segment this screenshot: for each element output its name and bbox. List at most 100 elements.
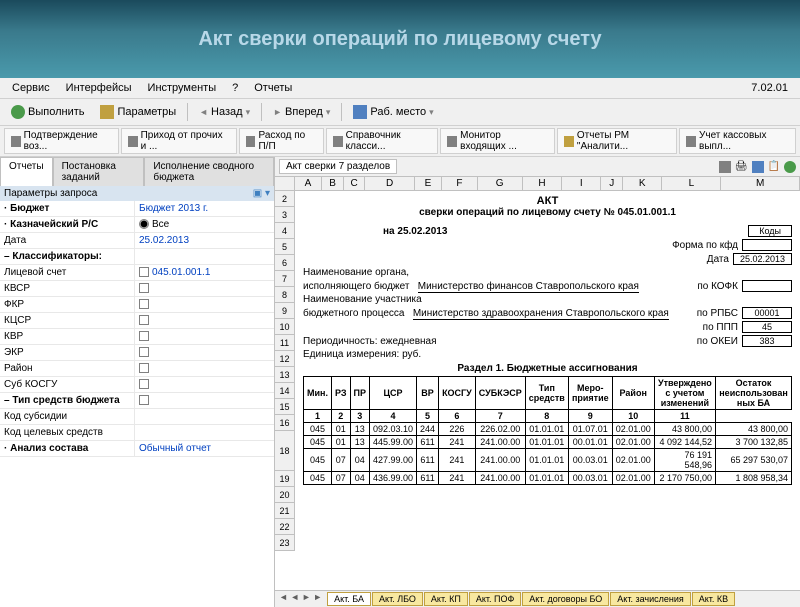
param-row[interactable]: – Тип средств бюджета — [0, 393, 274, 409]
param-row[interactable]: КЦСР — [0, 313, 274, 329]
col-header[interactable]: E — [415, 177, 443, 190]
param-value[interactable] — [135, 297, 274, 312]
param-value[interactable] — [135, 361, 274, 376]
checkbox-icon[interactable] — [139, 315, 149, 325]
print-icon[interactable]: 🖨 — [735, 161, 748, 172]
doc-tab[interactable]: Справочник класси... — [326, 128, 438, 154]
param-value[interactable] — [135, 249, 274, 264]
row-header[interactable]: 7 — [275, 271, 295, 287]
sheet-nav[interactable]: ◄ ◄ ► ► — [279, 592, 322, 606]
grid-icon[interactable] — [719, 161, 731, 173]
col-header[interactable]: G — [478, 177, 523, 190]
row-header[interactable]: 19 — [275, 471, 295, 487]
sheet-tab[interactable]: Акт. договоры БО — [522, 592, 609, 606]
param-row[interactable]: КВР — [0, 329, 274, 345]
checkbox-icon[interactable] — [139, 331, 149, 341]
param-value[interactable]: 045.01.001.1 — [135, 265, 274, 280]
doc-tab[interactable]: Монитор входящих ... — [440, 128, 555, 154]
param-row[interactable]: ФКР — [0, 297, 274, 313]
row-header[interactable]: 18 — [275, 431, 295, 471]
menu-service[interactable]: Сервис — [4, 80, 58, 96]
tab-reports[interactable]: Отчеты — [0, 157, 53, 186]
param-value[interactable]: 25.02.2013 — [135, 233, 274, 248]
forward-button[interactable]: ►Вперед▾ — [266, 103, 337, 121]
sheet-tab[interactable]: Акт. зачисления — [610, 592, 690, 606]
sheet-tab[interactable]: Акт. КП — [424, 592, 468, 606]
excel-icon[interactable] — [784, 161, 796, 173]
row-header[interactable]: 15 — [275, 399, 295, 415]
param-row[interactable]: Район — [0, 361, 274, 377]
param-row[interactable]: · Анализ составаОбычный отчет — [0, 441, 274, 457]
row-header[interactable]: 8 — [275, 287, 295, 303]
param-row[interactable]: КВСР — [0, 281, 274, 297]
doc-tab[interactable]: Расход по П/П — [239, 128, 324, 154]
row-header[interactable]: 21 — [275, 503, 295, 519]
row-header[interactable]: 23 — [275, 535, 295, 551]
col-header[interactable]: M — [721, 177, 800, 190]
tab-budget[interactable]: Исполнение сводного бюджета — [144, 157, 274, 186]
menu-tools[interactable]: Инструменты — [140, 80, 225, 96]
param-row[interactable]: Код субсидии — [0, 409, 274, 425]
checkbox-icon[interactable] — [139, 267, 149, 277]
doc-tab[interactable]: Учет кассовых выпл... — [679, 128, 796, 154]
sheet-tab[interactable]: Акт. ЛБО — [372, 592, 423, 606]
param-value[interactable] — [135, 281, 274, 296]
radio-icon[interactable] — [139, 219, 149, 229]
param-row[interactable]: Лицевой счет045.01.001.1 — [0, 265, 274, 281]
doc-tab[interactable]: Приход от прочих и ... — [121, 128, 237, 154]
col-header[interactable]: I — [562, 177, 601, 190]
col-header[interactable]: J — [601, 177, 623, 190]
row-header[interactable]: 13 — [275, 367, 295, 383]
sheet-tab[interactable]: Акт. КВ — [692, 592, 735, 606]
doc-tab[interactable]: Отчеты РМ "Аналити... — [557, 128, 677, 154]
checkbox-icon[interactable] — [139, 283, 149, 293]
param-row[interactable]: · Казначейский Р/СВсе — [0, 217, 274, 233]
params-button[interactable]: Параметры — [93, 102, 183, 122]
workplace-button[interactable]: Раб. место▾ — [346, 102, 440, 122]
row-header[interactable]: 14 — [275, 383, 295, 399]
execute-button[interactable]: Выполнить — [4, 102, 91, 122]
param-value[interactable] — [135, 313, 274, 328]
collapse-icon[interactable]: ▣ ▾ — [253, 188, 270, 199]
param-row[interactable]: – Классификаторы: — [0, 249, 274, 265]
sheet-tab[interactable]: Акт. БА — [327, 592, 371, 606]
sheet-title[interactable]: Акт сверки 7 разделов — [279, 159, 397, 174]
row-header[interactable]: 6 — [275, 255, 295, 271]
row-header[interactable]: 4 — [275, 223, 295, 239]
row-header[interactable]: 2 — [275, 191, 295, 207]
param-row[interactable]: Код целевых средств — [0, 425, 274, 441]
col-header[interactable]: K — [623, 177, 662, 190]
param-value[interactable]: Обычный отчет — [135, 441, 274, 456]
param-value[interactable]: Бюджет 2013 г. — [135, 201, 274, 216]
param-value[interactable] — [135, 345, 274, 360]
menu-reports[interactable]: Отчеты — [246, 80, 300, 96]
row-header[interactable]: 16 — [275, 415, 295, 431]
checkbox-icon[interactable] — [139, 347, 149, 357]
back-button[interactable]: ◄Назад▾ — [192, 103, 257, 121]
row-header[interactable]: 12 — [275, 351, 295, 367]
param-row[interactable]: Дата25.02.2013 — [0, 233, 274, 249]
col-header[interactable]: B — [322, 177, 344, 190]
row-header[interactable]: 5 — [275, 239, 295, 255]
checkbox-icon[interactable] — [139, 395, 149, 405]
param-value[interactable] — [135, 329, 274, 344]
row-header[interactable]: 10 — [275, 319, 295, 335]
param-value[interactable] — [135, 377, 274, 392]
param-value[interactable]: Все — [135, 217, 274, 232]
col-header[interactable]: D — [365, 177, 414, 190]
param-value[interactable] — [135, 393, 274, 408]
tab-tasks[interactable]: Постановка заданий — [53, 157, 145, 186]
doc-tab[interactable]: Подтверждение воз... — [4, 128, 119, 154]
checkbox-icon[interactable] — [139, 379, 149, 389]
param-row[interactable]: ЭКР — [0, 345, 274, 361]
param-row[interactable]: · БюджетБюджет 2013 г. — [0, 201, 274, 217]
col-header[interactable]: L — [662, 177, 721, 190]
col-header[interactable]: H — [523, 177, 562, 190]
row-header[interactable]: 22 — [275, 519, 295, 535]
col-header[interactable]: A — [295, 177, 323, 190]
menu-interfaces[interactable]: Интерфейсы — [58, 80, 140, 96]
row-header[interactable]: 9 — [275, 303, 295, 319]
checkbox-icon[interactable] — [139, 299, 149, 309]
param-row[interactable]: Суб КОСГУ — [0, 377, 274, 393]
row-header[interactable]: 11 — [275, 335, 295, 351]
